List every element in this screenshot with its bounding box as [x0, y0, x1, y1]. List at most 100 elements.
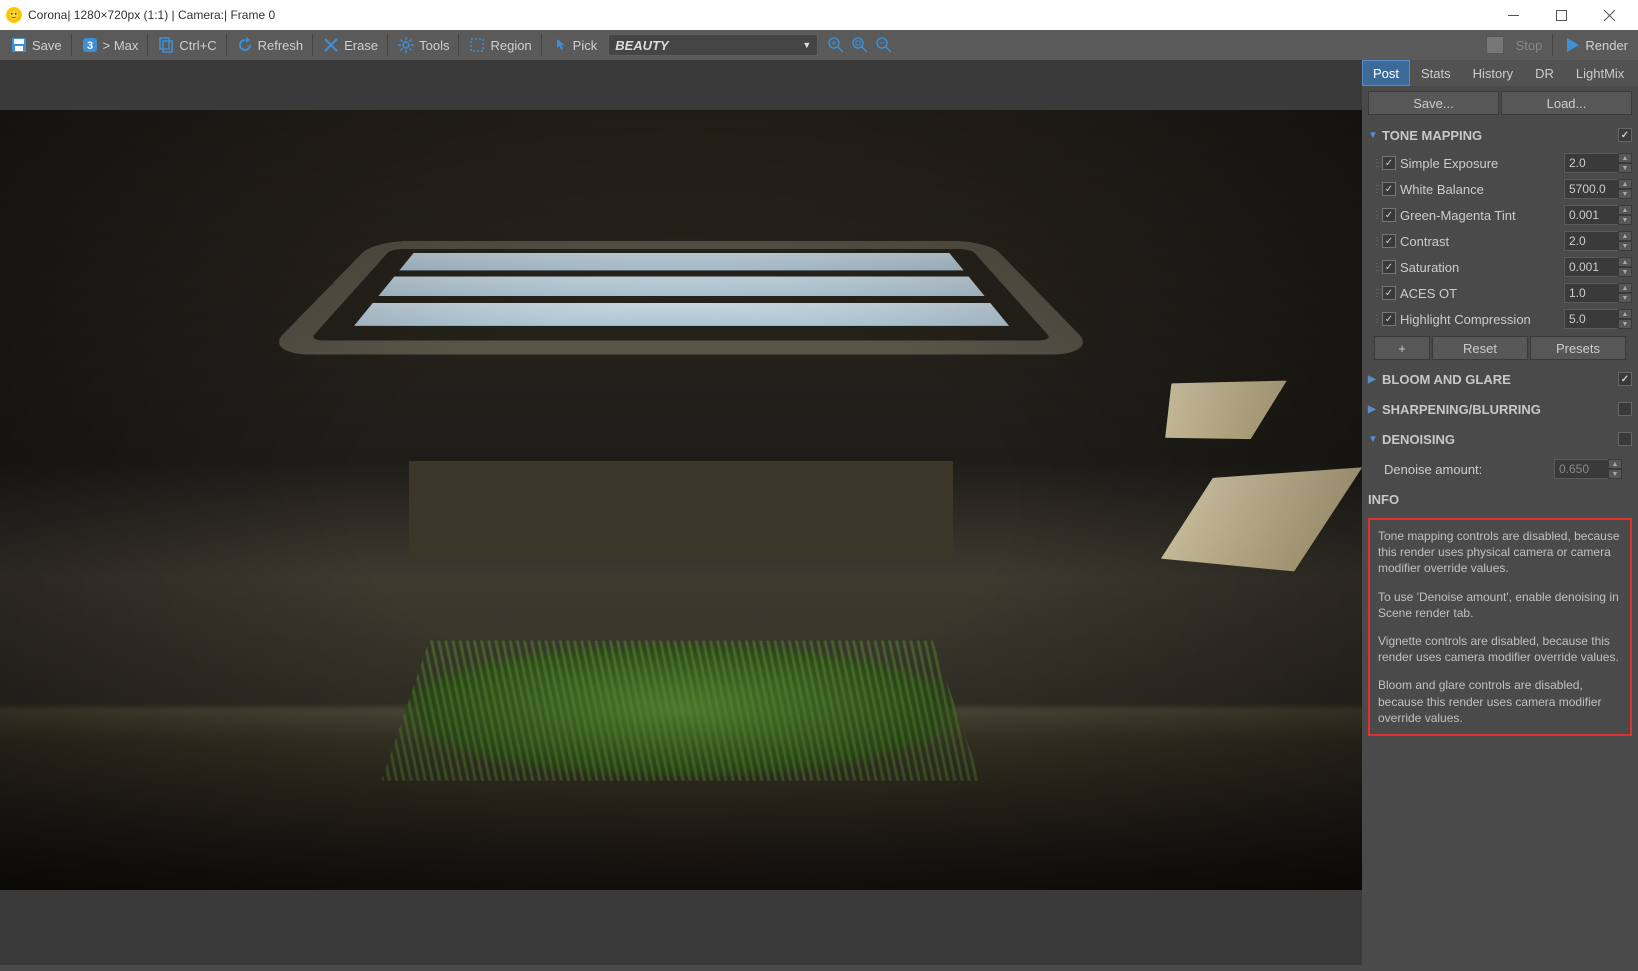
to-max-button[interactable]: 3 > Max [75, 32, 145, 58]
save-label: Save [32, 38, 62, 53]
spin-down-icon[interactable]: ▼ [1608, 469, 1622, 479]
param-input[interactable] [1564, 257, 1618, 277]
spin-up-icon[interactable]: ▲ [1618, 179, 1632, 189]
param-checkbox[interactable]: ✓ [1382, 182, 1396, 196]
spin-down-icon[interactable]: ▼ [1618, 293, 1632, 303]
close-button[interactable] [1586, 1, 1632, 29]
section-tone-mapping[interactable]: ▼ TONE MAPPING ✓ [1368, 120, 1632, 150]
param-input[interactable] [1564, 231, 1618, 251]
minimize-button[interactable] [1490, 1, 1536, 29]
triangle-down-icon: ▼ [1368, 434, 1378, 445]
param-input[interactable] [1564, 309, 1618, 329]
spin-down-icon[interactable]: ▼ [1618, 215, 1632, 225]
tools-label: Tools [419, 38, 449, 53]
param-spinner[interactable]: ▲▼ [1564, 231, 1632, 251]
param-checkbox[interactable]: ✓ [1382, 286, 1396, 300]
spin-up-icon[interactable]: ▲ [1618, 205, 1632, 215]
zoom-in-button[interactable] [825, 32, 847, 58]
param-spinner[interactable]: ▲▼ [1564, 205, 1632, 225]
spin-down-icon[interactable]: ▼ [1618, 267, 1632, 277]
stop-indicator [1486, 36, 1504, 54]
render-viewport[interactable] [0, 60, 1362, 965]
tools-button[interactable]: Tools [391, 32, 455, 58]
region-icon [468, 36, 486, 54]
tone-mapping-checkbox[interactable]: ✓ [1618, 128, 1632, 142]
triangle-right-icon: ▶ [1368, 404, 1378, 415]
param-checkbox[interactable]: ✓ [1382, 156, 1396, 170]
presets-button[interactable]: Presets [1530, 336, 1626, 360]
tone-param-row: ⋮⋮ ✓ White Balance ▲▼ [1368, 176, 1632, 202]
refresh-icon [236, 36, 254, 54]
spin-down-icon[interactable]: ▼ [1618, 189, 1632, 199]
denoise-amount-input[interactable] [1554, 459, 1608, 479]
param-label: White Balance [1400, 182, 1560, 197]
drag-grip-icon[interactable]: ⋮⋮ [1372, 236, 1378, 247]
spin-up-icon[interactable]: ▲ [1618, 283, 1632, 293]
param-input[interactable] [1564, 153, 1618, 173]
bloom-checkbox[interactable]: ✓ [1618, 372, 1632, 386]
copy-label: Ctrl+C [179, 38, 216, 53]
main-toolbar: Save 3 > Max Ctrl+C Refresh Erase Tools … [0, 30, 1638, 60]
stop-button[interactable]: Stop [1510, 32, 1549, 58]
play-icon [1563, 36, 1581, 54]
drag-grip-icon[interactable]: ⋮⋮ [1372, 288, 1378, 299]
reset-button[interactable]: Reset [1432, 336, 1528, 360]
copy-button[interactable]: Ctrl+C [151, 32, 222, 58]
param-input[interactable] [1564, 283, 1618, 303]
spin-up-icon[interactable]: ▲ [1618, 257, 1632, 267]
tab-post[interactable]: Post [1362, 60, 1410, 86]
spin-down-icon[interactable]: ▼ [1618, 241, 1632, 251]
maximize-button[interactable] [1538, 1, 1584, 29]
refresh-button[interactable]: Refresh [230, 32, 310, 58]
tab-dr[interactable]: DR [1524, 60, 1565, 86]
info-text: Tone mapping controls are disabled, beca… [1378, 528, 1622, 577]
param-spinner[interactable]: ▲▼ [1564, 257, 1632, 277]
drag-grip-icon[interactable]: ⋮⋮ [1372, 262, 1378, 273]
tab-lightmix[interactable]: LightMix [1565, 60, 1635, 86]
section-denoising[interactable]: ▼ DENOISING [1368, 424, 1632, 454]
region-button[interactable]: Region [462, 32, 537, 58]
section-bloom-glare[interactable]: ▶ BLOOM AND GLARE ✓ [1368, 364, 1632, 394]
erase-button[interactable]: Erase [316, 32, 384, 58]
zoom-fit-button[interactable] [849, 32, 871, 58]
save-button[interactable]: Save [4, 32, 68, 58]
section-sharpening[interactable]: ▶ SHARPENING/BLURRING [1368, 394, 1632, 424]
spin-up-icon[interactable]: ▲ [1618, 153, 1632, 163]
tab-stats[interactable]: Stats [1410, 60, 1462, 86]
param-label: ACES OT [1400, 286, 1560, 301]
spin-up-icon[interactable]: ▲ [1608, 459, 1622, 469]
param-checkbox[interactable]: ✓ [1382, 260, 1396, 274]
param-spinner[interactable]: ▲▼ [1564, 179, 1632, 199]
tone-param-row: ⋮⋮✓Saturation▲▼ [1368, 254, 1632, 280]
sharpening-checkbox[interactable] [1618, 402, 1632, 416]
pick-button[interactable]: Pick [545, 32, 604, 58]
app-icon: 🙂 [6, 7, 22, 23]
drag-grip-icon[interactable]: ⋮⋮ [1372, 158, 1378, 169]
denoise-amount-spinner[interactable]: ▲▼ [1554, 459, 1622, 479]
param-input[interactable] [1564, 205, 1618, 225]
param-spinner[interactable]: ▲▼ [1564, 309, 1632, 329]
tab-history[interactable]: History [1462, 60, 1524, 86]
render-button[interactable]: Render [1557, 32, 1634, 58]
param-checkbox[interactable]: ✓ [1382, 234, 1396, 248]
denoise-label: Denoise amount: [1384, 462, 1554, 477]
param-checkbox[interactable]: ✓ [1382, 208, 1396, 222]
spin-down-icon[interactable]: ▼ [1618, 319, 1632, 329]
drag-grip-icon[interactable]: ⋮⋮ [1372, 314, 1378, 325]
add-operator-button[interactable]: + [1374, 336, 1430, 360]
param-spinner[interactable]: ▲▼ [1564, 283, 1632, 303]
param-spinner[interactable]: ▲▼ [1564, 153, 1632, 173]
drag-grip-icon[interactable]: ⋮⋮ [1372, 210, 1378, 221]
render-pass-dropdown[interactable]: BEAUTY ▼ [608, 34, 818, 56]
param-input[interactable] [1564, 179, 1618, 199]
zoom-out-button[interactable] [873, 32, 895, 58]
denoising-checkbox[interactable] [1618, 432, 1632, 446]
drag-grip-icon[interactable]: ⋮⋮ [1372, 184, 1378, 195]
panel-load-button[interactable]: Load... [1501, 91, 1632, 115]
param-checkbox[interactable]: ✓ [1382, 312, 1396, 326]
stop-label: Stop [1516, 38, 1543, 53]
spin-down-icon[interactable]: ▼ [1618, 163, 1632, 173]
panel-save-button[interactable]: Save... [1368, 91, 1499, 115]
spin-up-icon[interactable]: ▲ [1618, 309, 1632, 319]
spin-up-icon[interactable]: ▲ [1618, 231, 1632, 241]
